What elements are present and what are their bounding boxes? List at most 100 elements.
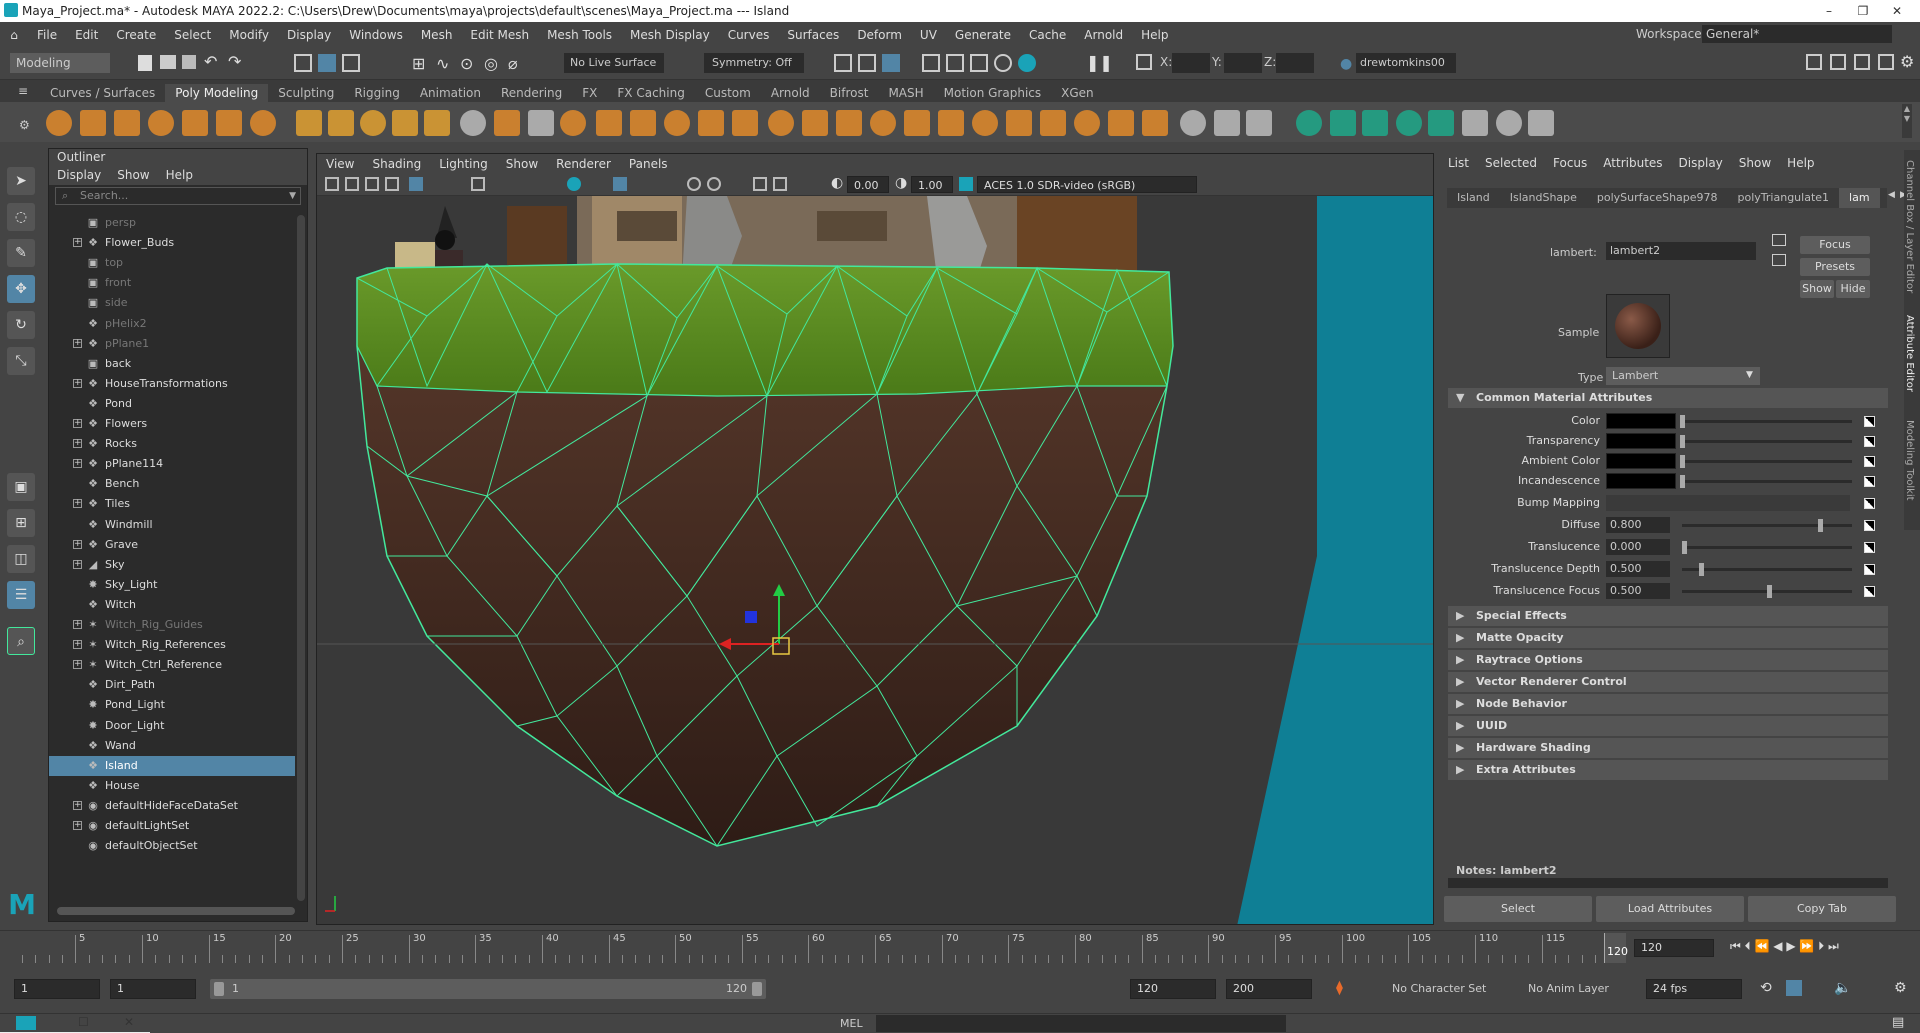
rotate-tool-icon[interactable]: ↻ xyxy=(7,311,35,339)
shelf-tool-36-icon[interactable] xyxy=(1246,110,1272,136)
outliner-item-phelix2[interactable]: ❖ pHelix2 xyxy=(49,314,295,334)
viewport-menu-view[interactable]: View xyxy=(317,157,363,171)
shelf-tool-4-icon[interactable] xyxy=(148,110,174,136)
side-tab-attribute-editor[interactable]: Attribute Editor xyxy=(1904,315,1915,392)
color-swatch[interactable] xyxy=(1606,413,1676,429)
shelf-tool-13-icon[interactable] xyxy=(460,110,486,136)
select-tool-icon[interactable]: ➤ xyxy=(7,167,35,195)
outliner-item-back[interactable]: ▣ back xyxy=(49,354,295,374)
expand-icon[interactable]: + xyxy=(73,800,82,810)
attr-slider-handle[interactable] xyxy=(1682,541,1687,554)
home-icon[interactable]: ⌂ xyxy=(0,28,28,42)
outliner-item-defaultlightset[interactable]: + ◉ defaultLightSet xyxy=(49,816,295,836)
shelf-tool-33-icon[interactable] xyxy=(1142,110,1168,136)
outliner-item-island[interactable]: ❖ Island xyxy=(49,755,295,776)
tab-lam[interactable]: lam xyxy=(1839,188,1880,208)
expand-icon[interactable]: + xyxy=(73,238,82,248)
command-input[interactable] xyxy=(876,1015,1286,1032)
workspace-dropdown[interactable]: General* xyxy=(1702,25,1892,43)
shelf-tool-38-icon[interactable] xyxy=(1330,110,1356,136)
grid-toggle-icon[interactable] xyxy=(409,177,423,191)
outliner-item-grave[interactable]: + ❖ Grave xyxy=(49,535,295,555)
shelf-tool-19-icon[interactable] xyxy=(664,110,690,136)
outliner-item-housetransformations[interactable]: + ❖ HouseTransformations xyxy=(49,374,295,394)
shelf-tool-6-icon[interactable] xyxy=(216,110,242,136)
attr-slider-handle[interactable] xyxy=(1818,519,1823,532)
outliner-search-input[interactable]: ⌕ Search... ▼ xyxy=(55,187,301,205)
shelf-tool-37-icon[interactable] xyxy=(1296,110,1322,136)
shelf-tab-sculpting[interactable]: Sculpting xyxy=(268,84,344,102)
shelf-tool-35-icon[interactable] xyxy=(1214,110,1240,136)
isolate-select-icon[interactable] xyxy=(753,177,767,191)
image-plane-icon[interactable] xyxy=(385,177,399,191)
select-button[interactable]: Select xyxy=(1444,896,1592,922)
outliner-menu-help[interactable]: Help xyxy=(158,168,201,182)
script-editor-icon[interactable]: ▤ xyxy=(1892,1015,1904,1030)
shelf-tool-20-icon[interactable] xyxy=(698,110,724,136)
color-space-dropdown[interactable]: ACES 1.0 SDR-video (sRGB) xyxy=(977,176,1197,193)
expand-icon[interactable]: + xyxy=(73,459,82,469)
map-button-icon[interactable] xyxy=(1864,564,1875,575)
shelf-tool-7-icon[interactable] xyxy=(250,110,276,136)
shelf-tool-8-icon[interactable] xyxy=(296,110,322,136)
outliner-item-pond-light[interactable]: ✸ Pond_Light xyxy=(49,695,295,715)
menu-select[interactable]: Select xyxy=(165,28,220,42)
menu-uv[interactable]: UV xyxy=(911,28,946,42)
attr-slider-track[interactable] xyxy=(1682,546,1852,549)
viewport-panel[interactable]: View Shading Lighting Show Renderer Panels ◐ … xyxy=(316,153,1434,925)
tab-islandshape[interactable]: IslandShape xyxy=(1500,188,1587,208)
shelf-tool-12-icon[interactable] xyxy=(424,110,450,136)
outliner-item-front[interactable]: ▣ front xyxy=(49,273,295,293)
render-frame-icon[interactable] xyxy=(834,54,852,72)
focus-button[interactable]: Focus xyxy=(1800,236,1870,254)
textured-icon[interactable] xyxy=(687,177,701,191)
attr-menu-focus[interactable]: Focus xyxy=(1545,156,1595,170)
section-vector-renderer-control[interactable]: ▶ Vector Renderer Control xyxy=(1448,672,1888,692)
map-button-icon[interactable] xyxy=(1864,416,1875,427)
exposure-icon[interactable]: ◐ xyxy=(831,175,843,191)
wireframe-on-shaded-icon[interactable] xyxy=(613,177,627,191)
move-tool-icon[interactable]: ✥ xyxy=(7,275,35,303)
shelf-tool-32-icon[interactable] xyxy=(1108,110,1134,136)
new-scene-icon[interactable] xyxy=(138,55,152,71)
menu-display[interactable]: Display xyxy=(278,28,340,42)
map-button-icon[interactable] xyxy=(1864,542,1875,553)
shelf-tab-poly-modeling[interactable]: Poly Modeling xyxy=(165,84,269,102)
outliner-item-witch[interactable]: ❖ Witch xyxy=(49,595,295,615)
attr-value-field[interactable]: 0.000 xyxy=(1606,539,1670,555)
shelf-tool-42-icon[interactable] xyxy=(1462,110,1488,136)
outliner-item-tiles[interactable]: + ❖ Tiles xyxy=(49,494,295,514)
section-hardware-shading[interactable]: ▶ Hardware Shading xyxy=(1448,738,1888,758)
section-special-effects[interactable]: ▶ Special Effects xyxy=(1448,606,1888,626)
shelf-tool-43-icon[interactable] xyxy=(1496,110,1522,136)
map-button-icon[interactable] xyxy=(1864,476,1875,487)
character-set-dropdown[interactable]: No Character Set xyxy=(1392,982,1486,995)
shelf-tool-26-icon[interactable] xyxy=(904,110,930,136)
taskbar-maya-icon[interactable] xyxy=(16,1016,36,1030)
tab-scroll-left-icon[interactable]: ◀ xyxy=(1888,190,1895,200)
loop-icon[interactable]: ⟲ xyxy=(1760,980,1772,996)
time-slider[interactable]: 5 10 15 20 25 30 35 40 45 50 55 60 65 70 75 80 85 90 95 100… xyxy=(0,930,1920,965)
shelf-tool-16-icon[interactable] xyxy=(560,110,586,136)
attr-slider-track[interactable] xyxy=(1680,420,1852,423)
attr-menu-display[interactable]: Display xyxy=(1671,156,1731,170)
copy-tab-button[interactable]: Copy Tab xyxy=(1748,896,1896,922)
shelf-tool-2-icon[interactable] xyxy=(80,110,106,136)
output-connections-icon[interactable] xyxy=(1772,254,1786,266)
shelf-tab-rigging[interactable]: Rigging xyxy=(344,84,409,102)
section-raytrace-options[interactable]: ▶ Raytrace Options xyxy=(1448,650,1888,670)
paint-select-icon[interactable]: ✎ xyxy=(7,239,35,267)
shelf-tab-curves-surfaces[interactable]: Curves / Surfaces xyxy=(40,84,165,102)
outliner-item-wand[interactable]: ❖ Wand xyxy=(49,736,295,756)
shelf-tool-18-icon[interactable] xyxy=(630,110,656,136)
shelf-tool-17-icon[interactable] xyxy=(596,110,622,136)
outliner-item-top[interactable]: ▣ top xyxy=(49,253,295,273)
shelf-tool-11-icon[interactable] xyxy=(392,110,418,136)
camera-select-icon[interactable] xyxy=(325,177,339,191)
live-surface-field[interactable]: No Live Surface xyxy=(564,53,664,73)
color-swatch[interactable] xyxy=(1606,453,1676,469)
go-to-start-icon[interactable]: ⏮ xyxy=(1730,939,1741,953)
attr-menu-attributes[interactable]: Attributes xyxy=(1595,156,1670,170)
shelf-tool-15-icon[interactable] xyxy=(528,110,554,136)
attr-slider-handle[interactable] xyxy=(1680,475,1685,488)
